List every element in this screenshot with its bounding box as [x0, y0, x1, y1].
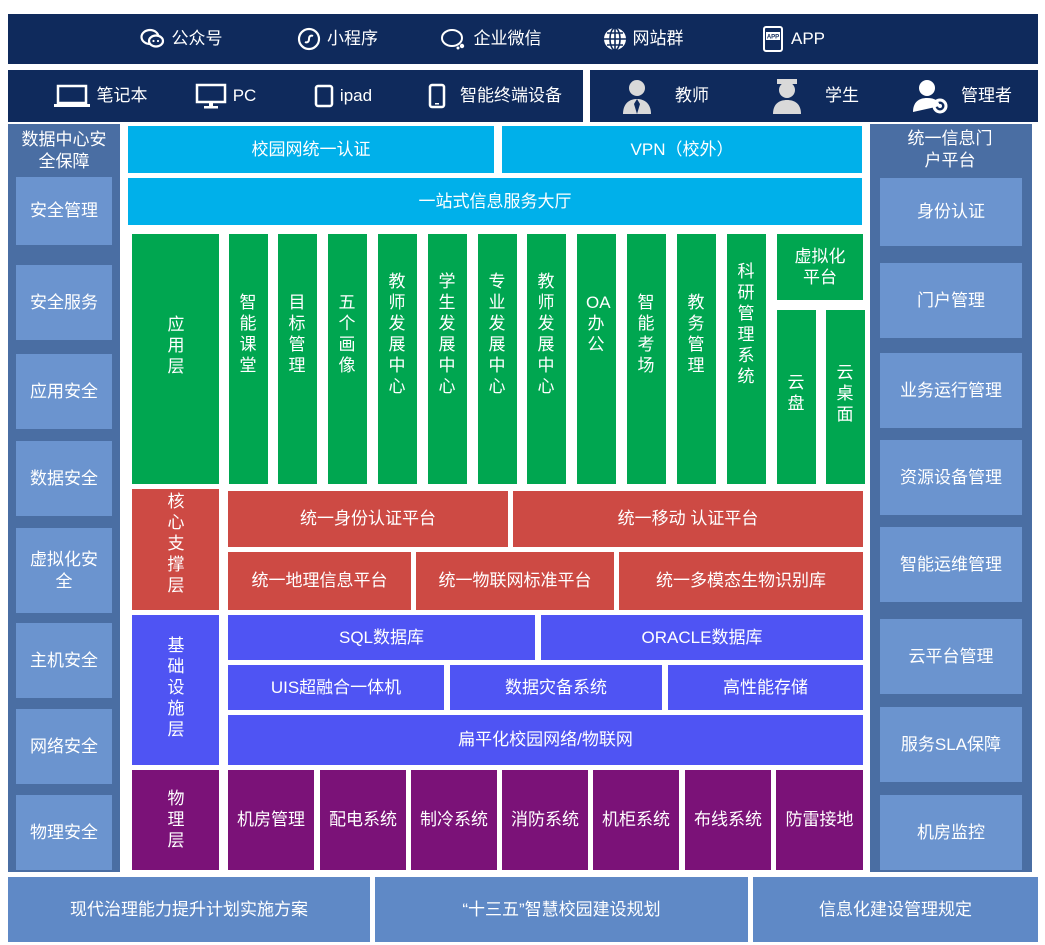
sql-database[interactable]: SQL数据库	[228, 615, 535, 660]
phys-lightning-grounding[interactable]: 防雷接地	[776, 770, 863, 870]
phys-layer-label: 物理层	[132, 770, 219, 870]
app-col-smart-exam[interactable]: 智能考场	[627, 234, 666, 484]
right-item-machine-room-monitoring[interactable]: 机房监控	[880, 795, 1022, 870]
phys-fire-protection[interactable]: 消防系统	[502, 770, 588, 870]
unified-multimodal-biometric-library[interactable]: 统一多模态生物识别库	[619, 552, 863, 610]
right-item-identity-auth[interactable]: 身份认证	[880, 178, 1022, 246]
wechat-icon	[139, 27, 166, 51]
high-performance-storage[interactable]: 高性能存储	[668, 665, 863, 710]
user-teacher[interactable]: 教师	[605, 70, 725, 122]
app-col-major-dev-center[interactable]: 专业发展中心	[478, 234, 517, 484]
right-item-resource-devices[interactable]: 资源设备管理	[880, 440, 1022, 515]
phys-layer-label-text: 物理层	[167, 789, 185, 850]
manager-icon	[913, 78, 949, 114]
unified-mobile-auth-platform[interactable]: 统一移动 认证平台	[513, 491, 863, 547]
app-col-teacher-dev-center-1[interactable]: 教师发展中心	[378, 234, 417, 484]
left-item-application-security[interactable]: 应用安全	[16, 354, 112, 429]
phys-cabinet-system[interactable]: 机柜系统	[593, 770, 679, 870]
phys-cabling-system[interactable]: 布线系统	[685, 770, 771, 870]
footer-governance-plan[interactable]: 现代治理能力提升计划实施方案	[8, 877, 370, 942]
phys-machine-room-management[interactable]: 机房管理	[228, 770, 314, 870]
student-icon	[771, 77, 803, 115]
left-item-security-service[interactable]: 安全服务	[16, 265, 112, 340]
left-item-physical-security[interactable]: 物理安全	[16, 795, 112, 870]
phys-power-distribution[interactable]: 配电系统	[320, 770, 406, 870]
right-item-smart-ops[interactable]: 智能运维管理	[880, 527, 1022, 602]
device-pc[interactable]: PC	[183, 70, 268, 122]
app-col-research-management[interactable]: 科研管理系统	[727, 234, 766, 484]
core-layer-label: 核心支撑层	[132, 489, 219, 610]
footer-it-management-rules[interactable]: 信息化建设管理规定	[753, 877, 1038, 942]
oracle-database[interactable]: ORACLE数据库	[541, 615, 863, 660]
app-icon: APP	[761, 26, 785, 52]
uis-hyperconverged[interactable]: UIS超融合一体机	[228, 665, 444, 710]
data-disaster-backup[interactable]: 数据灾备系统	[450, 665, 662, 710]
app-col-oa-office[interactable]: OA办公	[577, 234, 616, 484]
phys-cooling-system[interactable]: 制冷系统	[411, 770, 497, 870]
unified-iot-standard-platform[interactable]: 统一物联网标准平台	[416, 552, 614, 610]
enterprise-wechat-icon	[440, 27, 468, 51]
core-layer-label-text: 核心支撑层	[167, 492, 185, 595]
globe-icon	[603, 27, 627, 51]
tablet-icon	[314, 84, 334, 108]
teacher-icon	[621, 77, 653, 115]
virtual-cloud-desktop[interactable]: 云桌面	[826, 310, 865, 484]
channel-wechat[interactable]: 公众号	[126, 14, 236, 64]
channel-mini-program[interactable]: 小程序	[280, 14, 395, 64]
monitor-icon	[195, 83, 227, 109]
virtualization-platform[interactable]: 虚拟化平台	[777, 234, 863, 300]
device-smart-terminal[interactable]: 智能终端设备	[410, 70, 580, 122]
left-item-virtualization-security[interactable]: 虚拟化安全	[16, 528, 112, 613]
unified-geo-info-platform[interactable]: 统一地理信息平台	[228, 552, 411, 610]
left-item-host-security[interactable]: 主机安全	[16, 623, 112, 698]
channel-app[interactable]: APP APP	[748, 14, 838, 64]
channel-list: 公众号 小程序 企业微信 网站群 APP APP	[8, 14, 1038, 64]
user-manager[interactable]: 管理者	[895, 70, 1030, 122]
app-col-five-portraits[interactable]: 五个画像	[328, 234, 367, 484]
app-col-teacher-dev-center-2[interactable]: 教师发展中心	[527, 234, 566, 484]
left-panel-title: 数据中心安全保障	[21, 130, 107, 171]
unified-identity-auth-platform[interactable]: 统一身份认证平台	[228, 491, 508, 547]
right-panel-title: 统一信息门户平台	[907, 129, 993, 170]
app-col-academic-affairs[interactable]: 教务管理	[677, 234, 716, 484]
right-item-service-sla[interactable]: 服务SLA保障	[880, 707, 1022, 782]
app-layer-label: 应用层	[132, 234, 219, 484]
virtual-cloud-disk[interactable]: 云盘	[777, 310, 816, 484]
right-item-portal-management[interactable]: 门户管理	[880, 263, 1022, 338]
channel-enterprise-wechat[interactable]: 企业微信	[423, 14, 558, 64]
svg-text:APP: APP	[767, 35, 779, 41]
right-item-cloud-platform[interactable]: 云平台管理	[880, 619, 1022, 694]
infra-layer-label: 基础设施层	[132, 615, 219, 765]
mini-program-icon	[297, 27, 321, 51]
flat-campus-network-iot[interactable]: 扁平化校园网络/物联网	[228, 715, 863, 765]
app-col-goal-management[interactable]: 目标管理	[278, 234, 317, 484]
app-layer-label-text: 应用层	[167, 315, 185, 376]
device-ipad[interactable]: ipad	[298, 70, 388, 122]
left-item-network-security[interactable]: 网络安全	[16, 709, 112, 784]
left-item-data-security[interactable]: 数据安全	[16, 441, 112, 516]
vpn-offcampus[interactable]: VPN（校外）	[502, 126, 862, 173]
channel-site-group[interactable]: 网站群	[588, 14, 698, 64]
laptop-icon	[53, 84, 91, 108]
device-laptop[interactable]: 笔记本	[35, 70, 165, 122]
footer-13th-five-year-plan[interactable]: “十三五”智慧校园建设规划	[375, 877, 748, 942]
right-item-business-operations[interactable]: 业务运行管理	[880, 353, 1022, 428]
one-stop-service-hall[interactable]: 一站式信息服务大厅	[128, 178, 862, 225]
user-student[interactable]: 学生	[760, 70, 870, 122]
app-col-smart-classroom[interactable]: 智能课堂	[229, 234, 268, 484]
campus-network-auth[interactable]: 校园网统一认证	[128, 126, 494, 173]
phone-icon	[428, 83, 446, 109]
left-item-security-management[interactable]: 安全管理	[16, 177, 112, 245]
app-col-student-dev-center[interactable]: 学生发展中心	[428, 234, 467, 484]
infra-layer-label-text: 基础设施层	[167, 636, 185, 739]
